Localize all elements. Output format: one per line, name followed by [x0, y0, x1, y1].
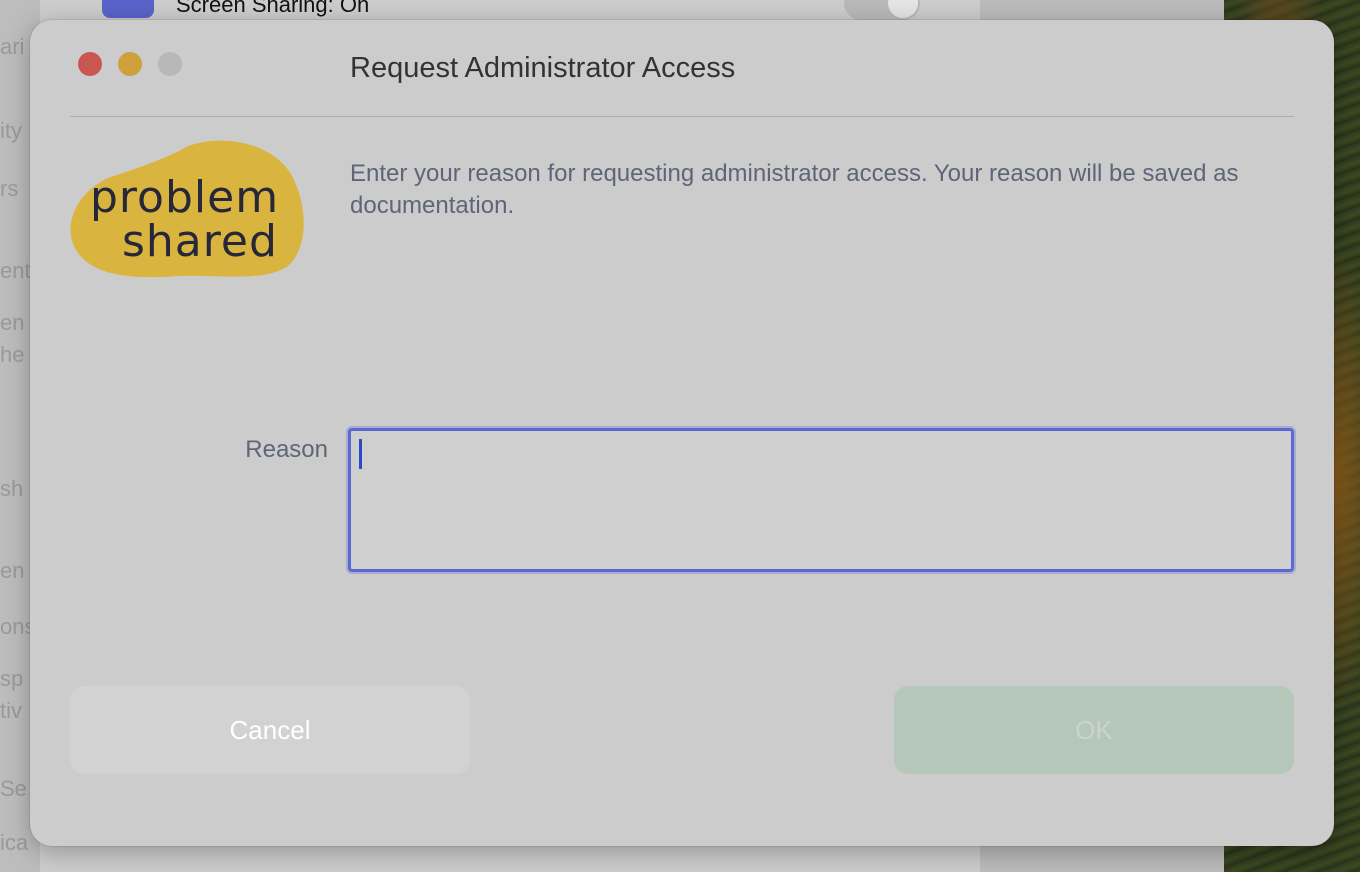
ok-button[interactable]: OK	[894, 686, 1294, 774]
background-sidebar-text: ica	[0, 830, 29, 855]
logo-text-shared: shared	[122, 216, 278, 267]
request-admin-dialog: Request Administrator Access problem sha…	[30, 20, 1334, 846]
close-window-button[interactable]	[78, 52, 102, 76]
reason-label: Reason	[245, 436, 328, 463]
screen-sharing-icon	[102, 0, 154, 18]
background-sidebar-text: ent	[0, 258, 30, 283]
company-logo: problem shared	[68, 138, 316, 282]
background-sidebar-text: rs	[0, 176, 19, 201]
background-window-title: Screen Sharing: On	[176, 0, 370, 17]
toggle-knob	[888, 0, 918, 18]
dialog-title: Request Administrator Access	[350, 52, 736, 84]
background-sidebar-text: ons	[0, 614, 30, 639]
cancel-button[interactable]: Cancel	[70, 686, 470, 774]
background-sidebar-text: Se	[0, 776, 27, 801]
background-sidebar-text: en	[0, 558, 25, 583]
zoom-window-button[interactable]	[158, 52, 182, 76]
background-sidebar-text: he	[0, 342, 25, 367]
text-caret	[359, 439, 362, 469]
background-sidebar-text: en	[0, 310, 25, 335]
background-sidebar-text: sh	[0, 476, 24, 501]
background-sidebar-text: ari	[0, 34, 25, 59]
background-sidebar-text: tiv	[0, 698, 22, 723]
logo-text-problem: problem	[90, 172, 280, 223]
background-sidebar-text: sp	[0, 666, 24, 691]
screen-sharing-toggle[interactable]	[844, 0, 920, 20]
minimize-window-button[interactable]	[118, 52, 142, 76]
reason-input[interactable]	[348, 428, 1294, 572]
title-divider	[70, 116, 1294, 117]
dialog-description: Enter your reason for requesting adminis…	[350, 160, 1239, 219]
background-sidebar-text: ity	[0, 118, 22, 143]
